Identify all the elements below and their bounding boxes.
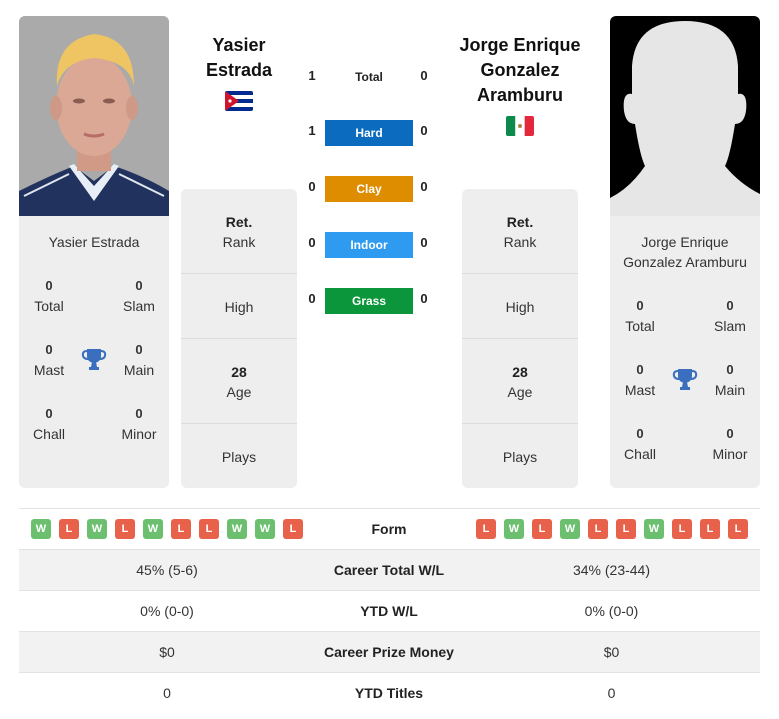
career-wl-label: Career Total W/L (333, 562, 445, 578)
form-row: W L W L W L L W W L Form L W L W L L W L… (19, 509, 760, 550)
surface-hard-button[interactable]: Hard (325, 120, 413, 146)
player2-ytd-titles: 0 (607, 685, 616, 701)
form-badge-win: W (143, 519, 163, 539)
player2-titles-slam: 0 Slam (714, 298, 746, 334)
player1-titles-chall: 0 Chall (33, 406, 65, 442)
player2-plays: Plays (502, 449, 538, 465)
player1-rank: Ret. Rank (222, 214, 256, 250)
form-badge-loss: L (616, 519, 636, 539)
surface-grass-button[interactable]: Grass (325, 288, 413, 314)
divider (181, 338, 297, 339)
ytd-wl-label: YTD W/L (360, 603, 418, 619)
player2-card-name[interactable]: Jorge Enrique Gonzalez Aramburu (610, 232, 760, 272)
h2h-clay-p2: 0 (420, 179, 428, 194)
form-badge-win: W (560, 519, 580, 539)
player1-info-card: Ret. Rank High 28 Age Plays (181, 189, 297, 488)
player1-titles-main: 0 Main (123, 342, 155, 378)
player2-career-wl: 34% (23-44) (572, 562, 651, 578)
player1-ytd-wl: 0% (0-0) (140, 603, 194, 619)
divider (181, 423, 297, 424)
form-badge-loss: L (672, 519, 692, 539)
form-badge-loss: L (199, 519, 219, 539)
table-row-prize-money: $0 Career Prize Money $0 (19, 632, 760, 673)
form-badge-loss: L (532, 519, 552, 539)
h2h-hard-p1: 1 (308, 123, 316, 138)
form-badge-win: W (255, 519, 275, 539)
player2-titles-minor: 0 Minor (712, 426, 748, 462)
player1-titles-total: 0 Total (34, 278, 64, 314)
player1-career-wl: 45% (5-6) (136, 562, 198, 578)
form-badge-loss: L (59, 519, 79, 539)
form-badge-win: W (644, 519, 664, 539)
player1-ytd-titles: 0 (163, 685, 171, 701)
form-badge-loss: L (588, 519, 608, 539)
h2h-indoor-p2: 0 (420, 235, 428, 250)
player2-info-card: Ret. Rank High 28 Age Plays (462, 189, 578, 488)
form-badge-loss: L (476, 519, 496, 539)
player2-titles-mast: 0 Mast (624, 362, 656, 398)
form-badge-loss: L (283, 519, 303, 539)
cuba-flag-icon (225, 91, 253, 111)
form-badge-win: W (227, 519, 247, 539)
player1-photo[interactable] (19, 16, 169, 216)
prize-money-label: Career Prize Money (324, 644, 454, 660)
player1-plays: Plays (221, 449, 257, 465)
player1-stats-card: Yasier Estrada 0 Total 0 Slam 0 Mast 0 M… (19, 216, 169, 488)
mexico-flag-icon (506, 116, 534, 136)
h2h-total-p1: 1 (308, 68, 316, 83)
form-badge-win: W (87, 519, 107, 539)
divider (462, 338, 578, 339)
player2-titles-total: 0 Total (625, 298, 655, 334)
surface-clay-button[interactable]: Clay (325, 176, 413, 202)
table-row-ytd-titles: 0 YTD Titles 0 (19, 673, 760, 714)
divider (181, 273, 297, 274)
player2-form: L W L W L L W L L L (476, 519, 748, 539)
surface-indoor-button[interactable]: Indoor (325, 232, 413, 258)
player1-form: W L W L W L L W W L (31, 519, 303, 539)
player1-titles-mast: 0 Mast (33, 342, 65, 378)
h2h-indoor-p1: 0 (308, 235, 316, 250)
form-badge-loss: L (728, 519, 748, 539)
player1-high: High (224, 299, 254, 315)
divider (462, 423, 578, 424)
player2-stats-card: Jorge Enrique Gonzalez Aramburu 0 Total … (610, 216, 760, 488)
form-badge-loss: L (171, 519, 191, 539)
player2-name-heading[interactable]: Jorge Enrique Gonzalez Aramburu (450, 33, 590, 108)
form-badge-loss: L (700, 519, 720, 539)
form-label: Form (371, 521, 407, 537)
table-row-ytd-wl: 0% (0-0) YTD W/L 0% (0-0) (19, 591, 760, 632)
h2h-total-label: Total (355, 70, 383, 84)
player2-prize-money: $0 (603, 644, 620, 660)
h2h-hard-p2: 0 (420, 123, 428, 138)
player1-age: 28 Age (226, 364, 252, 400)
player2-titles-main: 0 Main (714, 362, 746, 398)
h2h-clay-p1: 0 (308, 179, 316, 194)
divider (462, 273, 578, 274)
player2-titles-chall: 0 Chall (624, 426, 656, 462)
form-badge-win: W (31, 519, 51, 539)
h2h-grass-p2: 0 (420, 291, 428, 306)
player1-titles-slam: 0 Slam (123, 278, 155, 314)
player2-ytd-wl: 0% (0-0) (584, 603, 639, 619)
form-badge-loss: L (115, 519, 135, 539)
h2h-grass-p1: 0 (308, 291, 316, 306)
player2-photo[interactable] (610, 16, 760, 216)
table-row-career-wl: 45% (5-6) Career Total W/L 34% (23-44) (19, 550, 760, 591)
trophy-icon (672, 366, 698, 392)
player2-age: 28 Age (507, 364, 533, 400)
player1-titles-minor: 0 Minor (121, 406, 157, 442)
ytd-titles-label: YTD Titles (354, 685, 424, 701)
player-silhouette-placeholder-icon (610, 16, 760, 216)
player1-card-name[interactable]: Yasier Estrada (19, 232, 169, 252)
h2h-total-p2: 0 (420, 68, 428, 83)
player2-high: High (505, 299, 535, 315)
player1-prize-money: $0 (159, 644, 175, 660)
player1-portrait-image (19, 16, 169, 216)
player2-rank: Ret. Rank (503, 214, 537, 250)
form-badge-win: W (504, 519, 524, 539)
player1-name-heading[interactable]: Yasier Estrada (180, 33, 298, 83)
trophy-icon (81, 346, 107, 372)
